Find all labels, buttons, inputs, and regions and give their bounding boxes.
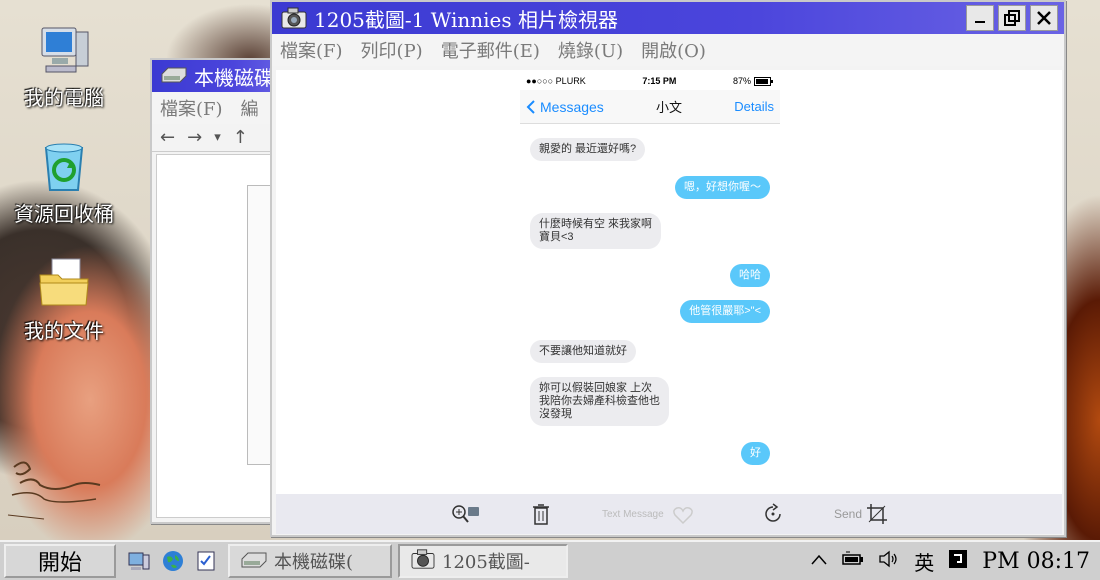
artist-signature [4, 455, 104, 535]
messages-navbar: Messages 小文 Details [520, 90, 780, 124]
my-documents-icon [36, 255, 92, 311]
message-input-area: Text Message [602, 500, 712, 528]
desktop-icon-my-computer[interactable]: 我的電腦 [4, 22, 124, 111]
menu-print[interactable]: 列印(P) [361, 37, 423, 63]
chevron-left-icon [526, 99, 535, 114]
system-clock[interactable]: PM 08:17 [982, 549, 1090, 574]
drive-window-titlebar[interactable]: 本機磁碟 [152, 60, 288, 92]
camera-icon [280, 6, 308, 30]
delete-button[interactable] [526, 501, 556, 527]
task-label: 本機磁碟( [274, 552, 354, 573]
drive-window-content [156, 154, 287, 518]
checklist-icon[interactable] [194, 548, 220, 574]
back-arrow-icon[interactable]: ← [160, 127, 175, 148]
message-input: Text Message [601, 508, 664, 520]
forward-arrow-icon[interactable]: → [187, 127, 202, 148]
desktop-icon-my-documents[interactable]: 我的文件 [4, 255, 124, 344]
menu-file[interactable]: 檔案(F) [280, 37, 343, 63]
taskbar: 開始 本機磁碟( 1205截圖- 英 PM 08:17 [0, 540, 1100, 580]
drive-icon [160, 64, 188, 88]
heart-icon [673, 507, 693, 525]
zoom-icon [452, 505, 479, 523]
desktop-icon-label: 我的電腦 [24, 86, 104, 110]
message-bubble-outgoing: 哈哈 [730, 264, 770, 287]
menu-open[interactable]: 開啟(O) [641, 37, 706, 63]
send-label: Send [833, 507, 863, 521]
zoom-button[interactable] [450, 501, 480, 527]
history-dropdown-icon[interactable]: ▾ [214, 130, 221, 145]
notification-icon[interactable] [948, 549, 968, 573]
send-area: Send [834, 503, 888, 525]
menu-email[interactable]: 電子郵件(E) [441, 37, 540, 63]
photo-display-area: ●●○○○ PLURK 7:15 PM 87% Messages 小文 Deta… [276, 70, 1062, 494]
message-bubble-incoming: 什麼時候有空 來我家啊 寶貝<3 [530, 213, 662, 249]
trash-icon [532, 504, 549, 525]
drive-window[interactable]: 本機磁碟 檔案(F) 編 ← → ▾ ↑ [150, 58, 290, 524]
photo-viewer-window[interactable]: 1205截圖-1 Winnies 相片檢視器 檔案(F) 列印(P) 電子郵件(… [270, 0, 1066, 537]
quick-launch [126, 548, 220, 574]
menu-file[interactable]: 檔案(F) [160, 95, 223, 121]
show-desktop-icon[interactable] [126, 548, 152, 574]
message-bubble-incoming: 妳可以假裝回娘家 上次 我陪你去婦產科檢查他也 沒發現 [530, 377, 669, 426]
close-icon [1037, 11, 1051, 25]
my-computer-icon [36, 22, 92, 78]
minimize-button[interactable] [966, 5, 994, 31]
browser-globe-icon[interactable] [160, 548, 186, 574]
message-bubble-outgoing: 嗯，好想你喔～ [675, 176, 770, 199]
menu-edit[interactable]: 編 [241, 95, 259, 121]
photo-viewer-toolbar: Text Message Send [276, 494, 1062, 534]
messages-back-button[interactable]: Messages [526, 99, 604, 115]
ime-indicator[interactable]: 英 [914, 547, 934, 576]
battery-icon[interactable] [842, 551, 864, 571]
minimize-icon [975, 21, 985, 23]
up-arrow-icon[interactable]: ↑ [233, 127, 248, 148]
contact-name: 小文 [656, 100, 683, 115]
menu-burn[interactable]: 燒錄(U) [558, 37, 623, 63]
message-bubble-incoming: 不要讓他知道就好 [530, 340, 636, 363]
message-bubble-outgoing: 他管很嚴耶>"< [680, 300, 770, 323]
recycle-bin-icon [36, 138, 92, 194]
battery-label: 87% [733, 76, 774, 86]
task-drive-window[interactable]: 本機磁碟( [228, 544, 392, 578]
carrier-label: ●●○○○ PLURK [526, 76, 586, 86]
drive-window-toolbar: ← → ▾ ↑ [152, 124, 288, 152]
drive-window-title: 本機磁碟 [194, 65, 274, 90]
drive-icon [240, 549, 268, 574]
task-photo-viewer[interactable]: 1205截圖- [398, 544, 568, 578]
drive-window-menubar: 檔案(F) 編 [152, 92, 288, 124]
desktop-icon-label: 我的文件 [24, 319, 104, 343]
status-time: 7:15 PM [642, 76, 677, 86]
restore-icon [1004, 10, 1020, 26]
task-label: 1205截圖- [442, 552, 530, 573]
message-bubble-incoming: 親愛的 最近還好嗎? [530, 138, 646, 161]
camera-icon [410, 548, 436, 575]
volume-icon[interactable] [878, 550, 900, 572]
rotate-button[interactable] [758, 501, 788, 527]
close-button[interactable] [1030, 5, 1058, 31]
crop-icon[interactable] [866, 503, 888, 525]
rotate-icon [765, 503, 781, 522]
system-tray: 英 PM 08:17 [810, 547, 1100, 576]
phone-screenshot: ●●○○○ PLURK 7:15 PM 87% Messages 小文 Deta… [520, 72, 780, 492]
message-bubble-outgoing: 好 [741, 442, 770, 465]
photo-viewer-menubar: 檔案(F) 列印(P) 電子郵件(E) 燒錄(U) 開啟(O) [272, 34, 1064, 66]
desktop-icon-recycle-bin[interactable]: 資源回收桶 [4, 138, 124, 227]
start-button[interactable]: 開始 [4, 544, 116, 578]
maximize-button[interactable] [998, 5, 1026, 31]
phone-status-bar: ●●○○○ PLURK 7:15 PM 87% [520, 72, 780, 90]
chevron-up-icon[interactable] [810, 552, 828, 571]
details-button[interactable]: Details [734, 99, 774, 114]
photo-viewer-title: 1205截圖-1 Winnies 相片檢視器 [314, 7, 618, 32]
desktop-icon-label: 資源回收桶 [14, 202, 114, 226]
photo-viewer-titlebar[interactable]: 1205截圖-1 Winnies 相片檢視器 [272, 2, 1064, 34]
battery-icon [753, 76, 773, 86]
